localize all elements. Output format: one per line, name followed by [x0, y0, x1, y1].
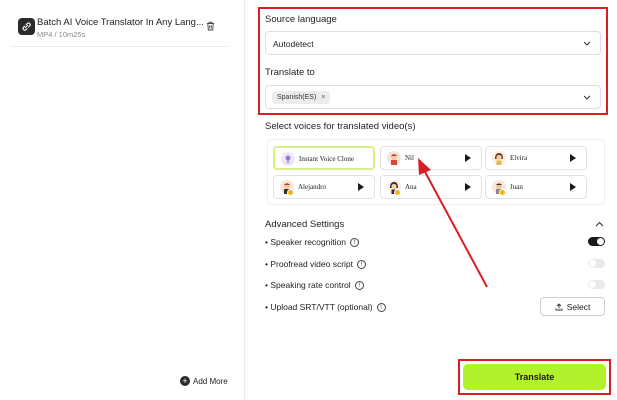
source-language-select[interactable]: Autodetect	[265, 31, 601, 55]
source-language-value: Autodetect	[273, 39, 314, 49]
voice-instant-voice-clone[interactable]: Instant Voice Clone	[273, 146, 375, 170]
translate-to-label: Translate to	[265, 67, 315, 78]
toggle-knob	[597, 238, 604, 245]
translate-button[interactable]: Translate	[463, 364, 606, 390]
plus-icon: +	[180, 376, 190, 386]
voices-label: Select voices for translated video(s)	[265, 121, 416, 132]
language-chip: Spanish(ES) ×	[272, 91, 331, 104]
avatar	[281, 152, 295, 166]
voice-name: Elvira	[510, 154, 528, 162]
speaking-rate-toggle[interactable]	[588, 280, 605, 289]
voice-ana[interactable]: Ana	[380, 175, 482, 199]
trash-icon[interactable]	[206, 21, 215, 31]
toggle-knob	[589, 281, 596, 288]
info-icon[interactable]: !	[376, 302, 386, 312]
option-label: • Proofread video script	[265, 259, 354, 269]
badge-icon	[287, 189, 294, 196]
language-settings: Source language Autodetect Translate to …	[258, 7, 608, 115]
option-label: • Speaking rate control	[265, 280, 351, 290]
voice-name: Juan	[510, 183, 523, 191]
avatar	[387, 151, 401, 165]
voice-nil[interactable]: Nil	[380, 146, 482, 170]
select-label: Select	[566, 301, 591, 312]
play-icon[interactable]	[570, 183, 576, 191]
voice-alejandro[interactable]: Alejandro	[273, 175, 375, 199]
option-label: • Upload SRT/VTT (optional)	[265, 302, 373, 312]
file-list-item[interactable]: Batch AI Voice Translator In Any Lang...…	[10, 13, 228, 47]
link-icon	[18, 18, 35, 35]
chevron-down-icon	[583, 41, 591, 46]
play-icon[interactable]	[570, 154, 576, 162]
avatar	[492, 151, 506, 165]
info-icon[interactable]: !	[354, 280, 364, 290]
option-label: • Speaker recognition	[265, 237, 346, 247]
translate-to-select[interactable]: Spanish(ES) ×	[265, 85, 601, 109]
voice-name: Nil	[405, 154, 414, 162]
advanced-settings-title: Advanced Settings	[265, 219, 345, 230]
voice-juan[interactable]: Juan	[485, 175, 587, 199]
source-language-label: Source language	[265, 14, 337, 25]
play-icon[interactable]	[358, 183, 364, 191]
chevron-down-icon	[583, 95, 591, 100]
option-upload-srt-vtt: • Upload SRT/VTT (optional) !	[265, 302, 386, 312]
badge-icon	[394, 189, 401, 196]
select-file-button[interactable]: Select	[540, 297, 605, 316]
chevron-up-icon[interactable]	[595, 221, 604, 227]
play-icon[interactable]	[465, 183, 471, 191]
info-icon[interactable]: !	[357, 259, 367, 269]
play-icon[interactable]	[465, 154, 471, 162]
speaker-recognition-toggle[interactable]	[588, 237, 605, 246]
translate-highlight: Translate	[458, 359, 611, 395]
file-title: Batch AI Voice Translator In Any Lang...	[37, 17, 204, 28]
badge-icon	[499, 189, 506, 196]
voice-name: Ana	[405, 183, 417, 191]
chip-remove-icon[interactable]: ×	[321, 91, 325, 104]
file-meta: MP4 / 10m25s	[37, 30, 86, 39]
voice-grid: Instant Voice Clone Nil Elvira Alejandro…	[267, 139, 605, 205]
voice-elvira[interactable]: Elvira	[485, 146, 587, 170]
voice-name: Alejandro	[298, 183, 326, 191]
voice-name: Instant Voice Clone	[299, 155, 354, 163]
toggle-knob	[589, 260, 596, 267]
file-panel: Batch AI Voice Translator In Any Lang...…	[0, 0, 245, 400]
upload-icon	[555, 302, 563, 310]
proofread-toggle[interactable]	[588, 259, 605, 268]
info-icon[interactable]: !	[349, 237, 359, 247]
add-more-button[interactable]: + Add More	[180, 376, 228, 386]
add-more-label: Add More	[193, 376, 228, 386]
language-chip-label: Spanish(ES)	[277, 94, 317, 101]
option-speaking-rate-control: • Speaking rate control !	[265, 280, 364, 290]
option-speaker-recognition: • Speaker recognition !	[265, 237, 359, 247]
option-proofread-video-script: • Proofread video script !	[265, 259, 367, 269]
